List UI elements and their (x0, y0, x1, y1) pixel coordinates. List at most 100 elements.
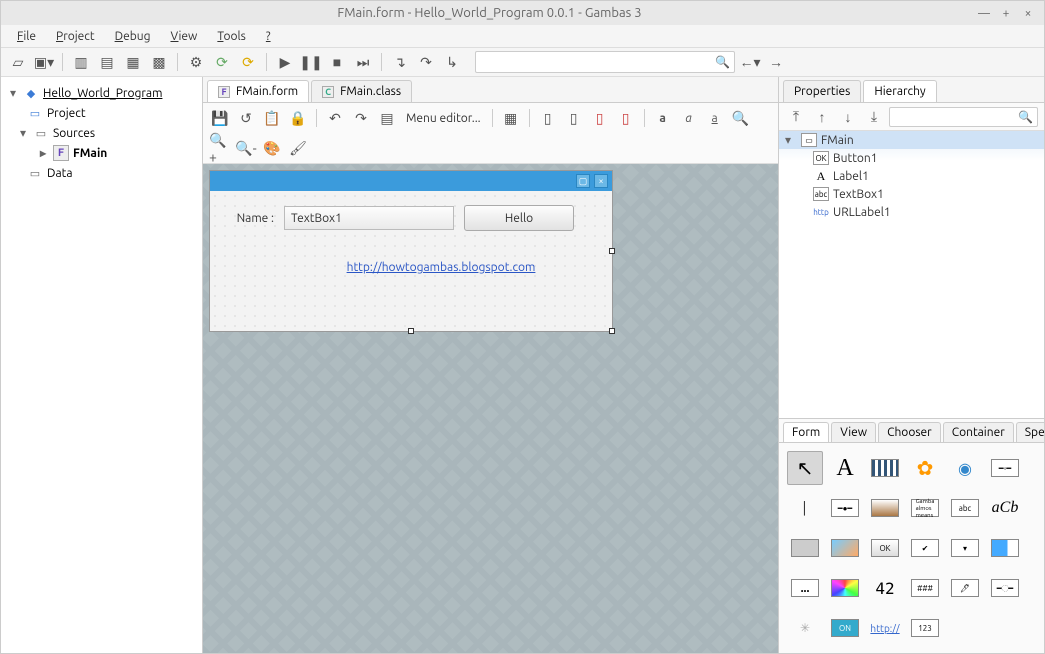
reload-icon[interactable]: ↺ (235, 107, 257, 129)
tool-colorbox[interactable] (867, 491, 903, 525)
tree-row-project[interactable]: ▭ Project (1, 103, 202, 123)
hello-button[interactable]: Hello (464, 205, 574, 231)
toolbar-search-input[interactable] (480, 56, 715, 69)
tab-hierarchy[interactable]: Hierarchy (863, 80, 936, 102)
zoom-out-icon[interactable]: 🔍- (235, 137, 257, 159)
gear-icon[interactable]: ⚙ (185, 51, 207, 73)
build-icon[interactable]: ⟳ (237, 51, 259, 73)
brush-icon[interactable]: 🖌 (287, 137, 309, 159)
image-icon[interactable]: ▩ (148, 51, 170, 73)
tool-slider[interactable]: ━●━ (827, 491, 863, 525)
step-out-icon[interactable]: ↳ (441, 51, 463, 73)
redo-icon[interactable]: ↷ (350, 107, 372, 129)
tool-button[interactable]: OK (867, 531, 903, 565)
resize-handle[interactable] (609, 328, 615, 334)
save-icon[interactable]: 💾 (209, 107, 231, 129)
form-body[interactable]: Name : TextBox1 Hello http://howtogambas… (210, 191, 612, 331)
design-form-window[interactable]: ▢ × Name : TextBox1 Hello http://howtoga… (209, 170, 613, 332)
hier-row-root[interactable]: ▾ ▭ FMain (779, 131, 1044, 149)
tab-fmain-class[interactable]: C FMain.class (311, 80, 412, 102)
align-center-icon[interactable]: ▯ (563, 107, 585, 129)
tool-lcd[interactable]: 42 (867, 571, 903, 605)
tool-drawingsurface[interactable] (787, 531, 823, 565)
palette-icon[interactable]: 🎨 (261, 137, 283, 159)
menu-file[interactable]: File (9, 27, 44, 46)
menu-editor-icon[interactable]: ▤ (376, 107, 398, 129)
layout1-icon[interactable]: ▥ (70, 51, 92, 73)
form-max-icon[interactable]: ▢ (576, 174, 590, 188)
stop-icon[interactable]: ■ (326, 51, 348, 73)
nav-forward-icon[interactable]: → (765, 51, 787, 73)
bold-icon[interactable]: a (652, 107, 674, 129)
tool-textlabel[interactable]: aCb (987, 491, 1023, 525)
hier-row[interactable]: OK Button1 (779, 149, 1044, 167)
tbx-tab-chooser[interactable]: Chooser (878, 422, 941, 442)
tool-spinner[interactable]: ✳ (787, 611, 823, 645)
menu-debug[interactable]: Debug (107, 27, 159, 46)
undo-icon[interactable]: ↶ (324, 107, 346, 129)
tool-progressbar[interactable] (987, 531, 1023, 565)
form-icon[interactable]: ▦ (122, 51, 144, 73)
minimize-button[interactable]: — (976, 5, 992, 21)
tool-maskbox[interactable]: ### (907, 571, 943, 605)
tool-image[interactable]: ✿ (907, 451, 943, 485)
tool-colorpicker[interactable]: 🖊 (947, 571, 983, 605)
new-icon[interactable]: ▱ (7, 51, 29, 73)
tbx-tab-special[interactable]: Spe (1016, 422, 1044, 442)
close-button[interactable]: × (1020, 5, 1036, 21)
nav-back-icon[interactable]: ←▾ (739, 51, 761, 73)
tool-pointer[interactable]: ↖ (787, 451, 823, 485)
menu-tools[interactable]: Tools (209, 27, 254, 46)
layout2-icon[interactable]: ▤ (96, 51, 118, 73)
tbx-tab-container[interactable]: Container (943, 422, 1014, 442)
hier-row[interactable]: http URLLabel1 (779, 203, 1044, 221)
tab-fmain-form[interactable]: F FMain.form (207, 80, 309, 102)
tool-gambas[interactable]: Gambaalmosmeans (907, 491, 943, 525)
tree-row-sources[interactable]: ▾ ▭ Sources (1, 123, 202, 143)
tbx-tab-form[interactable]: Form (783, 422, 829, 442)
tool-textbox[interactable]: abc (947, 491, 983, 525)
hier-row[interactable]: abc TextBox1 (779, 185, 1044, 203)
tool-radiobutton[interactable]: ◉ (947, 451, 983, 485)
tool-moviebox[interactable] (867, 451, 903, 485)
tool-picturebox[interactable] (827, 531, 863, 565)
grid-toggle-icon[interactable]: ▦ (500, 107, 522, 129)
align-left-icon[interactable]: ▯ (537, 107, 559, 129)
hier-row[interactable]: A Label1 (779, 167, 1044, 185)
tool-switchbutton[interactable]: ON (827, 611, 863, 645)
tree-row-root[interactable]: ▾ ◆ Hello_World_Program (1, 83, 202, 103)
zoom-in-icon[interactable]: 🔍+ (209, 137, 231, 159)
step-over-icon[interactable]: ↷ (415, 51, 437, 73)
tool-colorpalette[interactable] (827, 571, 863, 605)
tool-separator[interactable]: │ (787, 491, 823, 525)
tool-hslider[interactable]: ━◦━ (987, 451, 1023, 485)
textbox1[interactable]: TextBox1 (284, 206, 454, 230)
refresh-icon[interactable]: ⟳ (211, 51, 233, 73)
maximize-button[interactable]: + (998, 5, 1014, 21)
menu-help[interactable]: ? (258, 27, 279, 46)
tab-properties[interactable]: Properties (783, 80, 861, 102)
move-bottom-icon[interactable]: ⤓ (863, 106, 885, 128)
form-close-icon[interactable]: × (594, 174, 608, 188)
move-down-icon[interactable]: ↓ (837, 106, 859, 128)
lock-icon[interactable]: 🔒 (287, 107, 309, 129)
tool-combobox[interactable]: ▾ (947, 531, 983, 565)
url-label[interactable]: http://howtogambas.blogspot.com (284, 261, 598, 274)
resize-handle[interactable] (408, 328, 414, 334)
resize-handle[interactable] (609, 248, 615, 254)
step-into-icon[interactable]: ↴ (389, 51, 411, 73)
copy-icon[interactable]: 📋 (261, 107, 283, 129)
tbx-tab-view[interactable]: View (831, 422, 876, 442)
tool-checkbox[interactable]: ✔ (907, 531, 943, 565)
tool-spinbox[interactable]: 123 (907, 611, 943, 645)
tool-label[interactable]: A (827, 451, 863, 485)
open-icon[interactable]: ▣▾ (33, 51, 55, 73)
move-top-icon[interactable]: ⤒ (785, 106, 807, 128)
move-up-icon[interactable]: ↑ (811, 106, 833, 128)
run-icon[interactable]: ▶ (274, 51, 296, 73)
align-right-icon[interactable]: ▯ (589, 107, 611, 129)
underline-icon[interactable]: a (704, 107, 726, 129)
tool-menubutton[interactable]: ... (787, 571, 823, 605)
step-icon[interactable]: ⏭ (352, 51, 374, 73)
tool-spinslider[interactable]: ━◌━ (987, 571, 1023, 605)
